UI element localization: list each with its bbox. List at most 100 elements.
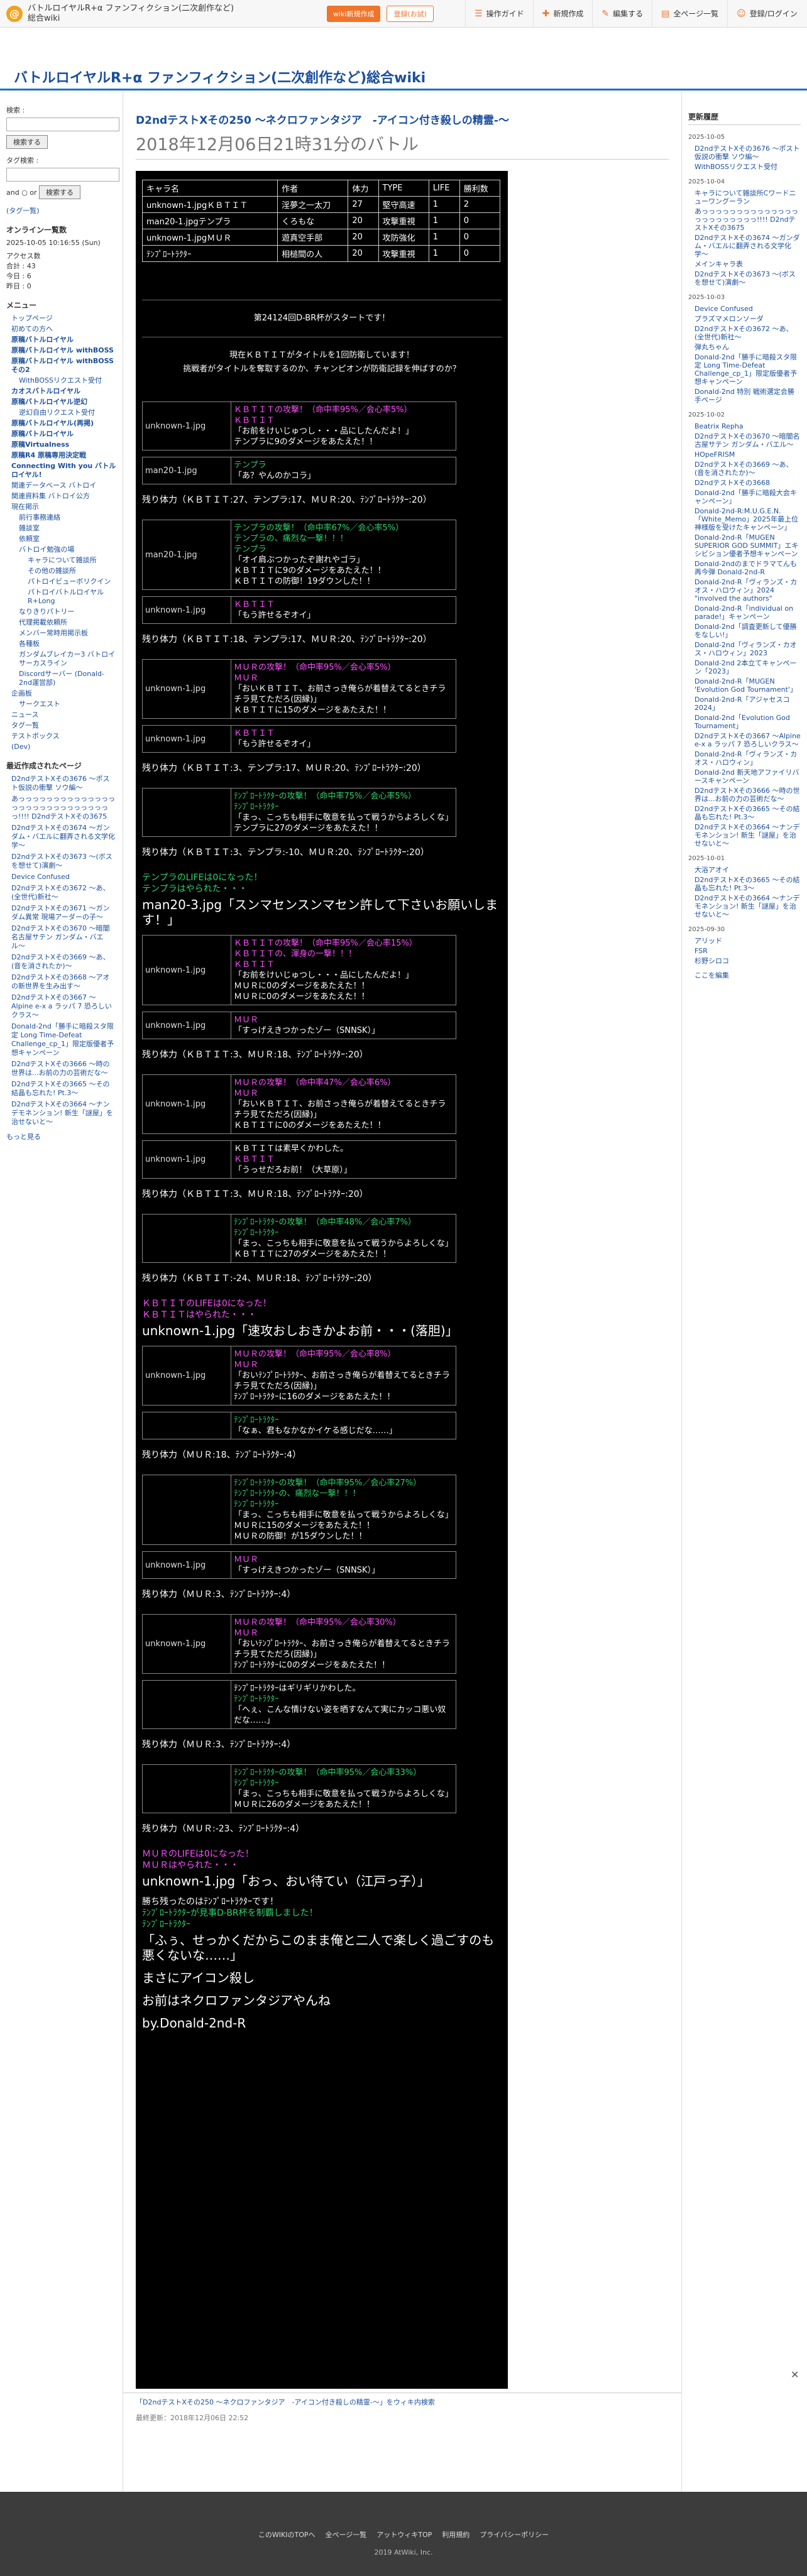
menu-item[interactable]: 関連資料集 バトロイ公方 [11,492,116,501]
menu-item[interactable]: 各種板 [19,640,116,648]
update-item[interactable]: Donald-2nd「ヴィランズ・カオス・ハロウィン」2023 [694,641,801,657]
menu-item[interactable]: (Dev) [11,743,116,751]
menu-item[interactable]: 原稿バトルロイヤル [11,336,116,344]
update-item[interactable]: D2ndテストXその3665 〜その結晶も忘れた! Pt.3〜 [694,876,801,892]
close-icon[interactable]: ✕ [791,2369,803,2381]
menu-item[interactable]: ガンダムブレイカー3 バトロイサーカスライン [19,650,116,668]
menu-item[interactable]: 原稿バトルロイヤル(再掲) [11,419,116,428]
update-item[interactable]: Donald-2nd-R「MUGEN 'Evolution God Tourna… [694,677,801,694]
update-item[interactable]: WithBOSSリクエスト受付 [694,163,801,171]
menu-item[interactable]: カオスバトルロイヤル [11,387,116,396]
update-item[interactable]: Donald-2nd 新天地アファイリバースキャンペーン [694,768,801,785]
top-nav-item[interactable]: ✚ 新規作成 [532,0,593,28]
menu-item[interactable]: 代理掲載依頼所 [19,618,116,627]
menu-item[interactable]: 原稿バトルロイヤル withBOSS [11,346,116,355]
recent-item[interactable]: あっっっっっっっっっっっっっっっっっっっっっっっっっっっっっ!!!! D2ndテ… [11,795,116,821]
update-item[interactable]: D2ndテストXその3669 〜あ、(音を消されたか)〜 [694,461,801,477]
update-item[interactable]: 大浴アオイ [694,866,801,874]
update-item[interactable]: Donald-2nd「勝手に暗殺スタ限定 Long Time-Defeat Ch… [694,353,801,386]
update-item[interactable]: あっっっっっっっっっっっっっっっっっっっっっっっ!!!! D2ndテストXその3… [694,207,801,232]
recent-item[interactable]: D2ndテストXその3665 〜その結晶も忘れた! Pt.3〜 [11,1080,116,1098]
update-item[interactable]: Device Confused [694,305,801,313]
footer-link[interactable]: このWIKIのTOPへ [258,2531,316,2539]
menu-item[interactable]: バトロイ勉強の場 [19,545,116,554]
footer-link[interactable]: 利用規約 [442,2531,469,2539]
menu-item[interactable]: キャラについて雑談所 [28,556,116,565]
menu-item[interactable]: 逆幻自由リクエスト受付 [19,408,116,417]
update-item[interactable]: 弾丸ちゃん [694,343,801,351]
update-item[interactable]: Donald-2nd-R「ヴィランズ・カオス・ハロウィン」2024 "invol… [694,578,801,603]
recent-item[interactable]: D2ndテストXその3664 〜ナンデモネンション! 新生「謎屋」を治せないと〜 [11,1100,116,1127]
atwiki-logo-icon[interactable]: @ [6,5,23,22]
search-input[interactable] [6,117,119,131]
update-item[interactable]: Donald-2nd-R「individual on parade!」キャンペー… [694,604,801,621]
update-item[interactable]: プラズマメロンソーダ [694,315,801,323]
update-item[interactable]: メインキャラ表 [694,260,801,268]
top-nav-item[interactable]: ☺ 登録/ログイン [727,0,806,28]
update-item[interactable]: 杉野シロコ [694,957,801,965]
menu-item[interactable]: 前行事務連絡 [19,513,116,522]
menu-item[interactable]: トップページ [11,314,116,323]
footer-link[interactable]: 全ページ一覧 [326,2531,367,2539]
menu-item[interactable]: 原稿バトルロイヤル逆幻 [11,398,116,407]
top-nav-item[interactable]: ☰ 操作ガイド [465,0,533,28]
menu-item[interactable]: サークエスト [19,700,116,709]
update-item[interactable]: FSR [694,947,801,955]
footer-link[interactable]: アットウィキTOP [376,2531,432,2539]
recent-item[interactable]: Device Confused [11,873,116,881]
update-item[interactable]: Donald-2nd-R「アジャセスコ 2024」 [694,696,801,712]
footer-link[interactable]: プライバシーポリシー [480,2531,549,2539]
update-item[interactable]: HOpeFRISM [694,450,801,459]
recent-item[interactable]: D2ndテストXその3669 〜あ、(音を消されたか)〜 [11,953,116,971]
menu-item[interactable]: 初めての方へ [11,325,116,334]
update-item[interactable]: D2ndテストXその3665 〜その結晶も忘れた! Pt.3〜 [694,805,801,821]
site-name[interactable]: バトルロイヤルR+α ファンフィクション(二次創作など)総合wiki [28,4,241,24]
update-item[interactable]: D2ndテストXその3676 〜ポスト仮説の衝撃 ソウ編〜 [694,145,801,161]
update-item[interactable]: D2ndテストXその3664 〜ナンデモネンション! 新生「謎屋」を治せないと〜 [694,894,801,919]
wiki-create-button[interactable]: wiki新規作成 [327,5,381,22]
menu-item[interactable]: 依頼室 [19,535,116,543]
recent-item[interactable]: D2ndテストXその3671 〜ガンダム異常 現場アーダーの子〜 [11,904,116,922]
tag-list-link[interactable]: (タグ一覧) [6,205,116,216]
update-item[interactable]: Donald-2nd「調査更新して優勝をなしい!」 [694,623,801,639]
update-item[interactable]: Donald-2nd「Evolution God Tournament」 [694,714,801,730]
menu-item[interactable]: 現在掲示 [11,503,116,511]
update-item[interactable]: Donald-2nd-R:M.U.G.E.N.「White_Memo」2025年… [694,507,801,532]
update-item[interactable]: D2ndテストXその3668 [694,479,801,487]
update-item[interactable]: D2ndテストXその3666 〜時の世界は...お前の力の芸術だな〜 [694,787,801,803]
recent-item[interactable]: D2ndテストXその3676 〜ポスト仮説の衝撃 ソウ編〜 [11,775,116,792]
menu-item[interactable]: 原稿Virtualness [11,440,116,449]
menu-item[interactable]: ニュース [11,711,116,719]
recent-item[interactable]: D2ndテストXその3673 〜(ボスを想せて)演劇〜 [11,853,116,870]
update-item[interactable]: D2ndテストXその3667 〜Alpine e-x a ラッパ 7 恐ろしいク… [694,732,801,748]
more-link[interactable]: もっと見る [6,1132,116,1142]
update-item[interactable]: D2ndテストXその3672 〜あ、(全世代)新社〜 [694,325,801,341]
wiki-search-bar[interactable]: 「D2ndテストXその250 〜ネクロファンタジア -アイコン付き殺しの精霊-〜… [123,2393,681,2409]
menu-item[interactable]: 関連データベース バトロイ [11,481,116,490]
recent-item[interactable]: D2ndテストXその3670 〜暗闇名古屋サテン ガンダム・バエル〜 [11,924,116,951]
menu-item[interactable]: パトロイビューボリクイン [28,577,116,586]
update-item[interactable]: D2ndテストXその3664 〜ナンデモネンション! 新生「謎屋」を治せないと〜 [694,823,801,848]
recent-item[interactable]: D2ndテストXその3672 〜あ、(全世代)新社〜 [11,884,116,902]
recent-item[interactable]: Donald-2nd「勝手に暗殺スタ限定 Long Time-Defeat Ch… [11,1022,116,1057]
menu-item[interactable]: Discordサーバー (Donald-2nd運営部) [19,670,116,687]
menu-item[interactable]: なりきりパトリー [19,608,116,616]
menu-item[interactable]: 企画板 [11,689,116,698]
menu-item[interactable]: その他の雑談所 [28,567,116,576]
menu-item[interactable]: タグ一覧 [11,721,116,730]
menu-item[interactable]: メンバー常時用掲示板 [19,629,116,638]
update-item[interactable]: D2ndテストXその3674 〜ガンダム・バエルに翻弄される文学化学〜 [694,234,801,258]
menu-item[interactable]: Connecting With you バトルロイヤル! [11,462,116,479]
update-item[interactable]: Beatrix Repha [694,422,801,430]
update-item[interactable]: D2ndテストXその3673 〜(ボスを想せて)演劇〜 [694,270,801,287]
tag-search-input[interactable] [6,168,119,182]
tag-search-button[interactable]: 検索する [39,185,81,199]
menu-item[interactable]: 原稿バトルロイヤル [11,430,116,439]
update-item[interactable]: Donald-2nd「勝手に暗殺大会キャンペーン」 [694,489,801,505]
wiki-title[interactable]: バトルロイヤルR+α ファンフィクション(二次創作など)総合wiki [14,67,425,87]
menu-item[interactable]: WithBOSSリクエスト受付 [19,376,116,385]
update-item[interactable]: D2ndテストXその3670 〜暗闇名古屋サテン ガンダム・バエル〜 [694,432,801,449]
update-item[interactable]: Donald-2nd 特別 戦術選定会勝手ページ [694,388,801,404]
update-item[interactable]: Donald-2nd-R「MUGEN SUPERIOR GOD SUMMIT」エ… [694,533,801,558]
update-item[interactable]: Donald-2nd-R「ヴィランズ・カオス・ハロウィン」 [694,750,801,767]
